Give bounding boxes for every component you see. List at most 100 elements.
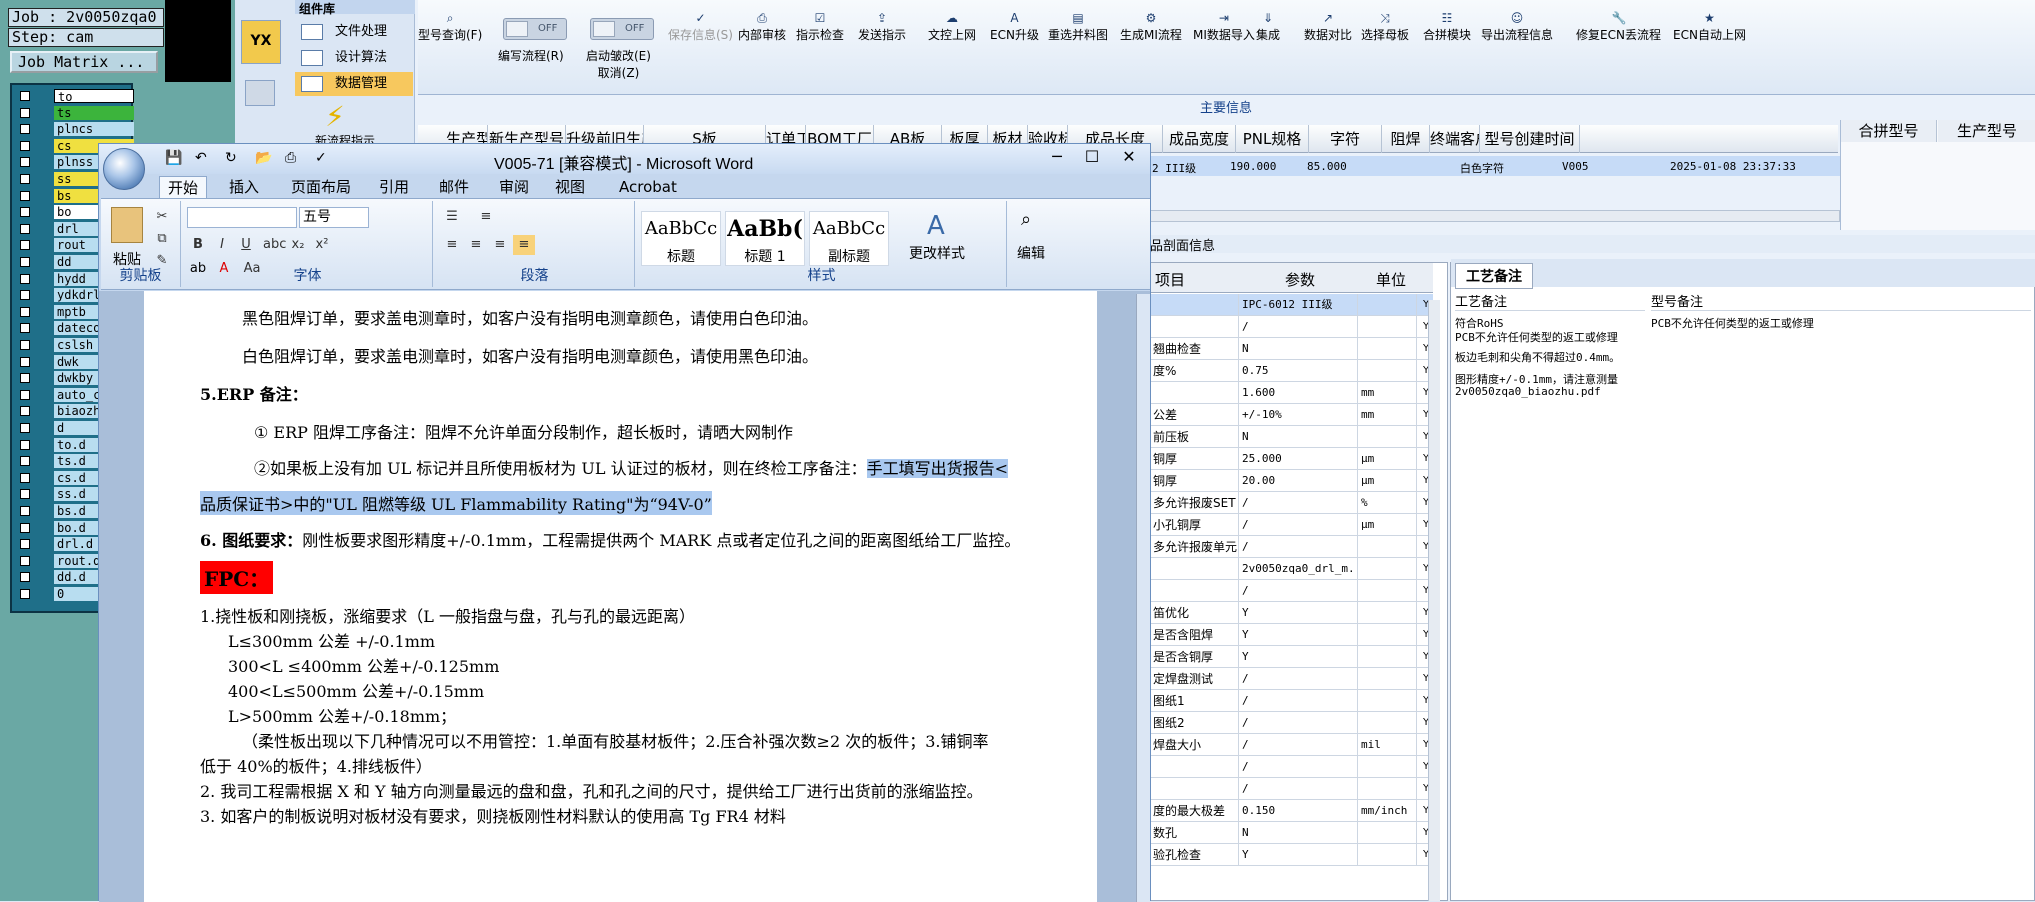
param-row[interactable]: 数孔 N Y [1151, 822, 1433, 844]
layer-row[interactable]: to [16, 89, 134, 103]
ribbon-tab[interactable]: 页面布局 [291, 176, 351, 198]
nav-item-data[interactable]: 数据管理 [295, 72, 413, 96]
toolbar-button[interactable]: 🔧 修复ECN丢流程 [1576, 12, 1661, 44]
param-row[interactable]: / Y [1151, 778, 1433, 800]
layer-checkbox[interactable] [20, 356, 30, 367]
strikethrough-button[interactable]: abc [263, 235, 286, 255]
font-size-box[interactable]: 五号 [299, 207, 369, 228]
layer-checkbox[interactable] [20, 140, 30, 151]
ribbon-tab[interactable]: 审阅 [499, 176, 529, 198]
grid-column-header[interactable]: 终端客户代码 [1430, 125, 1480, 153]
vertical-scrollbar[interactable] [1136, 294, 1150, 902]
toolbar-button[interactable]: ☁ 文控上网 [928, 12, 976, 44]
param-row[interactable]: 图纸2/Y [1151, 712, 1433, 734]
layer-checkbox[interactable] [20, 174, 30, 184]
style-heading1[interactable]: AaBb(标题 1 [725, 211, 805, 266]
nav-item-file[interactable]: 文件处理 [295, 20, 413, 44]
toolbar-button[interactable]: A ECN升级 [990, 12, 1039, 44]
layer-checkbox[interactable] [20, 572, 30, 583]
layer-checkbox[interactable] [20, 439, 30, 450]
layer-checkbox[interactable] [20, 522, 30, 533]
bullets-button[interactable]: ☰ [441, 207, 463, 227]
param-row[interactable]: 定焊盘测试 / Y [1151, 668, 1433, 690]
layer-checkbox[interactable] [20, 373, 30, 384]
grid-row[interactable]: 2 III级 190.000 85.000 白色字符 V005 2025-01-… [1150, 156, 1840, 176]
layer-checkbox[interactable] [20, 306, 30, 317]
layer-checkbox[interactable] [20, 539, 30, 550]
justify-button[interactable]: ≡ [513, 235, 535, 255]
ribbon-tab[interactable]: 插入 [229, 176, 259, 198]
param-row[interactable]: 多允许报废SET /% Y [1151, 492, 1433, 514]
ribbon-tab[interactable]: 邮件 [439, 176, 469, 198]
layer-checkbox[interactable] [20, 423, 30, 433]
bold-button[interactable]: B [187, 235, 209, 255]
italic-button[interactable]: I [211, 235, 233, 255]
layer-checkbox[interactable] [20, 290, 30, 301]
numbering-button[interactable]: ≡ [475, 207, 497, 227]
param-row[interactable]: 翘曲检查 N Y [1151, 338, 1433, 360]
toolbar-button[interactable]: ⤨ 选择母板 [1361, 12, 1409, 44]
param-row[interactable]: 是否含铜厚 Y Y [1151, 646, 1433, 668]
layer-checkbox[interactable] [20, 506, 30, 516]
layer-checkbox[interactable] [20, 389, 30, 400]
layer-checkbox[interactable] [20, 223, 30, 234]
cut-icon[interactable]: ✂ [151, 207, 173, 227]
param-row[interactable]: 铜厚 25.000 μm Y [1151, 448, 1433, 470]
layer-checkbox[interactable] [20, 207, 30, 218]
param-row[interactable]: 1.600 mm Y [1151, 382, 1433, 404]
param-row[interactable]: / Y [1151, 756, 1433, 778]
param-row[interactable]: 度的最大极差 0.150 mm/inch Y [1151, 800, 1433, 822]
param-row[interactable]: 2v0050zqa0_drl_m... Y [1151, 558, 1433, 580]
toolbar-button[interactable]: ⇓ 集成 [1256, 12, 1280, 44]
toolbar-button[interactable]: ⇪ 发送指示 [858, 12, 906, 44]
param-row[interactable]: 笛优化 Y Y [1151, 602, 1433, 624]
copy-icon[interactable]: ⧉ [151, 229, 173, 249]
superscript-button[interactable]: x² [311, 235, 333, 255]
style-title[interactable]: AaBbCc 标题 [641, 211, 721, 266]
toolbar-button[interactable]: ⎙ 内部审核 [738, 12, 786, 44]
style-subtitle[interactable]: AaBbCc 副标题 [809, 211, 889, 266]
layer-checkbox[interactable] [20, 472, 30, 483]
toolbar-button[interactable]: ☷ 合拼模块 [1423, 12, 1471, 44]
layer-row[interactable]: plncs [16, 122, 134, 137]
subscript-button[interactable]: x₂ [287, 235, 309, 255]
ribbon-tab[interactable]: 引用 [379, 176, 409, 198]
save-icon[interactable]: 💾 [165, 150, 182, 166]
param-row[interactable]: 是否含阻焊 Y Y [1151, 624, 1433, 646]
param-row[interactable]: 验孔检查 Y Y [1151, 844, 1433, 866]
spellcheck-icon[interactable]: ✓ [315, 150, 327, 166]
toolbar-button[interactable]: ⇥ MI数据导入 [1193, 12, 1255, 44]
param-row[interactable]: 公差 +/-10% mm Y [1151, 404, 1433, 426]
layer-checkbox[interactable] [20, 406, 30, 417]
param-row[interactable]: 前压板 N Y [1151, 426, 1433, 448]
horizontal-scrollbar[interactable] [1150, 210, 1840, 222]
layer-checkbox[interactable] [20, 257, 30, 267]
layer-checkbox[interactable] [20, 323, 30, 334]
toolbar-button[interactable]: ☑ 指示检查 [796, 12, 844, 44]
layer-checkbox[interactable] [20, 340, 30, 350]
grid-column-header[interactable]: 阻焊 [1382, 125, 1430, 153]
tab-craft[interactable]: 工艺备注 [1455, 263, 1533, 289]
grid-column-header[interactable]: 字符 [1309, 125, 1382, 153]
change-styles-icon[interactable]: A [927, 211, 945, 241]
layer-checkbox[interactable] [20, 157, 30, 168]
align-left-button[interactable]: ≡ [441, 235, 463, 255]
param-scrollbar[interactable] [1428, 300, 1440, 901]
layer-checkbox[interactable] [20, 91, 30, 101]
layer-row[interactable]: ts [16, 105, 134, 120]
layer-checkbox[interactable] [20, 124, 30, 135]
grid-column-header[interactable]: 型号创建时间 [1480, 125, 1580, 153]
toolbar-button[interactable]: ⚙ 生成MI流程 [1120, 12, 1182, 44]
toolbar-button[interactable]: 启动皱改(E) 取消(Z) [586, 48, 651, 82]
open-icon[interactable]: 📂 [255, 150, 272, 166]
param-row[interactable]: 铜厚 20.00 μm Y [1151, 470, 1433, 492]
layer-checkbox[interactable] [20, 456, 30, 467]
print-icon[interactable]: ⎙ [285, 150, 296, 166]
param-row[interactable]: / Y [1151, 580, 1433, 602]
edit-label[interactable]: 编辑 [1017, 243, 1045, 263]
document-page[interactable]: 黑色阻焊订单，要求盖电测章时，如客户没有指明电测章颜色，请使用白色印油。 白色阻… [144, 291, 1097, 902]
grid-column-header[interactable]: PNL规格 [1236, 125, 1309, 153]
param-row[interactable]: 焊盘大小 / mil Y [1151, 734, 1433, 756]
layer-checkbox[interactable] [20, 555, 30, 566]
ribbon-tab[interactable]: 开始 [159, 176, 208, 198]
